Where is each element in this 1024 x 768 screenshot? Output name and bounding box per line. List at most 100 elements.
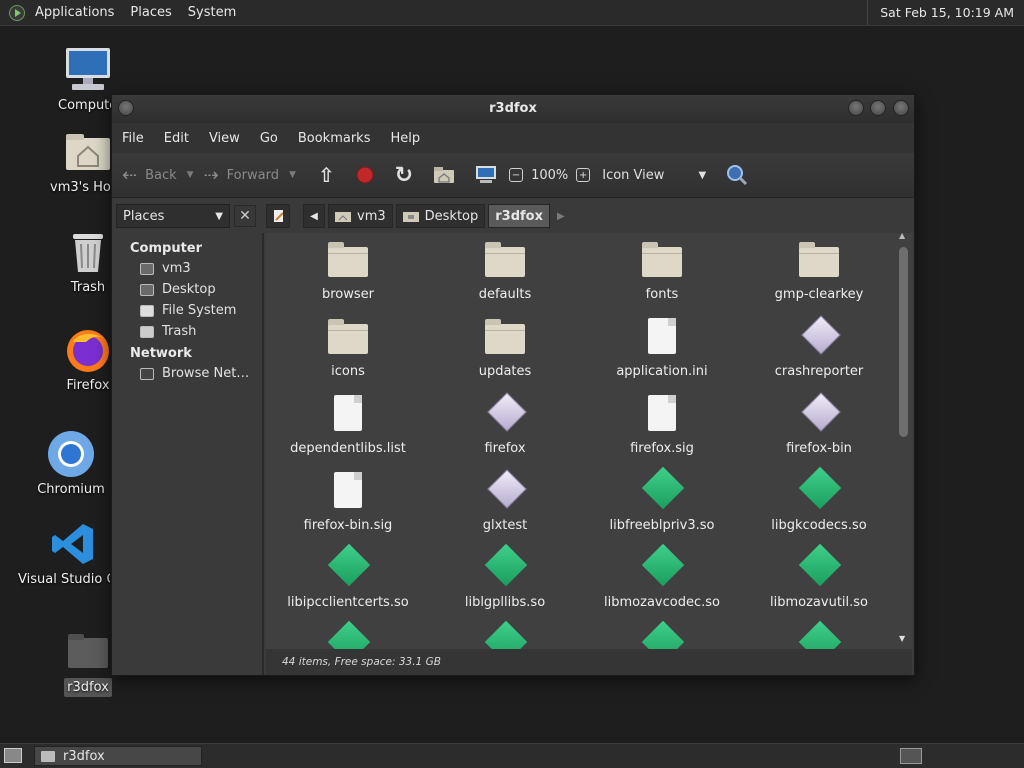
edit-location-button[interactable]: [266, 204, 290, 228]
home-icon: [140, 262, 154, 275]
chevron-down-icon: ▼: [215, 210, 223, 222]
executable-icon: [797, 392, 841, 439]
close-icon: ✕: [239, 208, 251, 224]
file-item[interactable]: crashreporter: [744, 315, 894, 379]
back-arrow-icon: ⇠: [122, 164, 138, 186]
breadcrumb-r3dfox[interactable]: r3dfox: [488, 204, 550, 228]
file-item-label: browser: [321, 287, 374, 302]
reload-button[interactable]: ↻: [395, 163, 413, 188]
text-file-icon: [640, 318, 684, 362]
file-item[interactable]: defaults: [430, 241, 580, 302]
file-item[interactable]: libipcclientcerts.so: [273, 543, 423, 610]
forward-button[interactable]: ⇢ Forward: [204, 165, 279, 186]
file-item[interactable]: libmozavcodec.so: [587, 543, 737, 610]
file-item[interactable]: firefox: [430, 392, 580, 456]
file-item[interactable]: libmozavutil.so: [744, 543, 894, 610]
menu-view[interactable]: View: [199, 131, 250, 146]
close-sidebar-button[interactable]: ✕: [234, 205, 256, 227]
file-item-label: dependentlibs.list: [290, 441, 406, 456]
file-item[interactable]: icons: [273, 318, 423, 379]
file-item[interactable]: application.ini: [587, 318, 737, 379]
bottom-panel: r3dfox: [0, 743, 1024, 768]
window-title: r3dfox: [489, 101, 537, 116]
window-menu-button[interactable]: [118, 100, 134, 116]
breadcrumb-left-arrow[interactable]: ◀: [303, 204, 325, 228]
file-item[interactable]: [744, 620, 894, 649]
menu-help[interactable]: Help: [380, 131, 430, 146]
file-item[interactable]: [273, 620, 423, 649]
library-icon: [326, 620, 371, 649]
scrollbar-thumb[interactable]: [899, 247, 908, 437]
file-item-label: libfreeblpriv3.so: [609, 518, 715, 533]
file-manager-window: r3dfox File Edit View Go Bookmarks Help …: [111, 94, 915, 676]
applications-menu[interactable]: Applications: [27, 5, 122, 20]
desktop-icon-chromium[interactable]: Chromium: [16, 430, 126, 497]
file-item[interactable]: firefox.sig: [587, 395, 737, 456]
file-item[interactable]: gmp-clearkey: [744, 241, 894, 302]
file-item[interactable]: firefox-bin: [744, 392, 894, 456]
file-item[interactable]: libgkcodecs.so: [744, 466, 894, 533]
sidebar-item-trash[interactable]: Trash: [112, 321, 262, 342]
file-item[interactable]: updates: [430, 318, 580, 379]
chevron-right-icon[interactable]: ▶: [557, 211, 565, 222]
back-button[interactable]: ⇠ Back: [122, 165, 177, 186]
sidebar-item-browse-network[interactable]: Browse Net…: [112, 363, 262, 384]
vertical-scrollbar[interactable]: ▲ ▼: [899, 233, 908, 643]
search-icon: [727, 165, 748, 186]
library-icon: [483, 620, 528, 649]
library-icon: [797, 543, 842, 593]
sidebar-item-file-system[interactable]: File System: [112, 300, 262, 321]
desktop-icon-label: Chromium: [37, 482, 105, 497]
menu-go[interactable]: Go: [250, 131, 288, 146]
sidebar-item-desktop[interactable]: Desktop: [112, 279, 262, 300]
window-titlebar[interactable]: r3dfox: [112, 95, 914, 123]
clock[interactable]: Sat Feb 15, 10:19 AM: [867, 0, 1024, 25]
zoom-level[interactable]: 100%: [531, 168, 568, 183]
file-item[interactable]: libfreeblpriv3.so: [587, 466, 737, 533]
breadcrumb-desktop[interactable]: Desktop: [395, 204, 486, 228]
stop-icon: [356, 166, 374, 184]
file-icon-view[interactable]: browser defaults fonts gmp-clearkey icons upd…: [266, 233, 912, 649]
search-button[interactable]: [726, 164, 748, 186]
home-folder-icon: [64, 128, 112, 176]
minimize-button[interactable]: [848, 100, 864, 116]
file-item[interactable]: firefox-bin.sig: [273, 472, 423, 533]
back-history-dropdown[interactable]: ▼: [187, 170, 194, 180]
workspace-switcher[interactable]: [900, 748, 922, 764]
scroll-up-icon[interactable]: ▲: [899, 233, 905, 240]
sidebar-type-select[interactable]: Places ▼: [116, 204, 230, 228]
zoom-in-button[interactable]: +: [576, 168, 591, 182]
file-item-label: libmozavutil.so: [770, 595, 868, 610]
places-menu[interactable]: Places: [122, 5, 179, 20]
maximize-button[interactable]: [870, 100, 886, 116]
show-desktop-icon[interactable]: [4, 748, 22, 763]
file-item[interactable]: liblgpllibs.so: [430, 543, 580, 610]
computer-button[interactable]: [475, 165, 497, 185]
taskbar-item-r3dfox[interactable]: r3dfox: [34, 746, 202, 766]
reload-icon: ↻: [394, 162, 414, 188]
file-item[interactable]: fonts: [587, 241, 737, 302]
sidebar-header-network: Network: [130, 346, 192, 361]
view-mode-label: Icon View: [602, 167, 665, 183]
file-item[interactable]: [430, 620, 580, 649]
sidebar-item-vm3[interactable]: vm3: [112, 258, 262, 279]
close-button[interactable]: [893, 100, 909, 116]
menu-file[interactable]: File: [112, 131, 154, 146]
applications-menu-icon[interactable]: [9, 4, 25, 21]
system-menu[interactable]: System: [180, 5, 244, 20]
computer-icon: [476, 166, 497, 183]
zoom-out-button[interactable]: −: [509, 168, 524, 182]
view-mode-select[interactable]: Icon View ▼: [602, 168, 706, 183]
menu-bookmarks[interactable]: Bookmarks: [288, 131, 381, 146]
forward-history-dropdown[interactable]: ▼: [289, 170, 296, 180]
menu-edit[interactable]: Edit: [154, 131, 199, 146]
file-item[interactable]: browser: [273, 241, 423, 302]
up-button[interactable]: ⇧: [318, 163, 335, 187]
stop-button[interactable]: [355, 165, 375, 185]
file-item[interactable]: glxtest: [430, 469, 580, 533]
breadcrumb-vm3[interactable]: vm3: [328, 204, 393, 228]
home-button[interactable]: [433, 166, 455, 184]
scroll-down-icon[interactable]: ▼: [899, 634, 905, 643]
file-item[interactable]: [587, 620, 737, 649]
file-item[interactable]: dependentlibs.list: [273, 395, 423, 456]
